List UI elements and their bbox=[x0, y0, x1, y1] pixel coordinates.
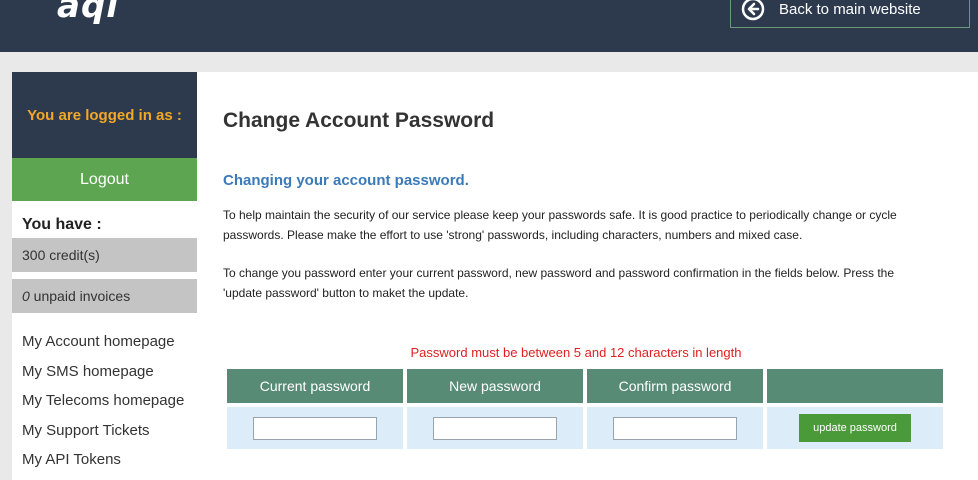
confirm-password-cell bbox=[587, 407, 763, 449]
logout-button[interactable]: Logout bbox=[12, 158, 197, 201]
password-form-table: Current password New password Confirm pa… bbox=[223, 369, 947, 449]
you-have-label: You have : bbox=[22, 216, 102, 233]
top-header: aqi Back to main website bbox=[0, 0, 978, 52]
sidebar-item-account-homepage[interactable]: My Account homepage bbox=[22, 332, 197, 362]
main-content: Change Account Password Changing your ac… bbox=[197, 72, 978, 480]
current-password-cell bbox=[227, 407, 403, 449]
logged-in-label: You are logged in as : bbox=[12, 72, 197, 158]
credits-balance: 300 credit(s) bbox=[12, 238, 197, 272]
unpaid-label: unpaid invoices bbox=[29, 288, 131, 304]
back-label: Back to main website bbox=[779, 0, 921, 18]
sidebar-item-support-tickets[interactable]: My Support Tickets bbox=[22, 421, 197, 451]
unpaid-invoices[interactable]: 0 unpaid invoices bbox=[12, 279, 197, 313]
column-header-current-password: Current password bbox=[227, 369, 403, 407]
column-header-action bbox=[767, 369, 943, 407]
logo[interactable]: aqi bbox=[57, 0, 119, 26]
sidebar: You are logged in as : Logout You have :… bbox=[12, 72, 197, 480]
section-subtitle: Changing your account password. bbox=[223, 172, 469, 189]
confirm-password-input[interactable] bbox=[613, 416, 737, 440]
back-to-main-website-button[interactable]: Back to main website bbox=[730, 0, 970, 28]
unpaid-count: 0 bbox=[22, 288, 30, 304]
new-password-cell bbox=[407, 407, 583, 449]
back-arrow-icon bbox=[741, 0, 765, 21]
column-header-new-password: New password bbox=[407, 369, 583, 407]
security-paragraph: To help maintain the security of our ser… bbox=[223, 208, 897, 242]
table-header-row: Current password New password Confirm pa… bbox=[227, 369, 943, 407]
action-cell: update password bbox=[767, 407, 943, 449]
sidebar-nav: My Account homepage My SMS homepage My T… bbox=[12, 332, 197, 480]
sidebar-item-sms-homepage[interactable]: My SMS homepage bbox=[22, 362, 197, 392]
sidebar-item-telecoms-homepage[interactable]: My Telecoms homepage bbox=[22, 391, 197, 421]
instructions-paragraph: To change you password enter your curren… bbox=[223, 266, 895, 300]
column-header-confirm-password: Confirm password bbox=[587, 369, 763, 407]
table-row: update password bbox=[227, 407, 943, 449]
sidebar-item-api-tokens[interactable]: My API Tokens bbox=[22, 450, 197, 480]
new-password-input[interactable] bbox=[433, 416, 557, 440]
update-password-button[interactable]: update password bbox=[799, 414, 911, 442]
page-title: Change Account Password bbox=[223, 109, 495, 132]
current-password-input[interactable] bbox=[253, 416, 377, 440]
password-length-warning: Password must be between 5 and 12 charac… bbox=[410, 345, 742, 360]
